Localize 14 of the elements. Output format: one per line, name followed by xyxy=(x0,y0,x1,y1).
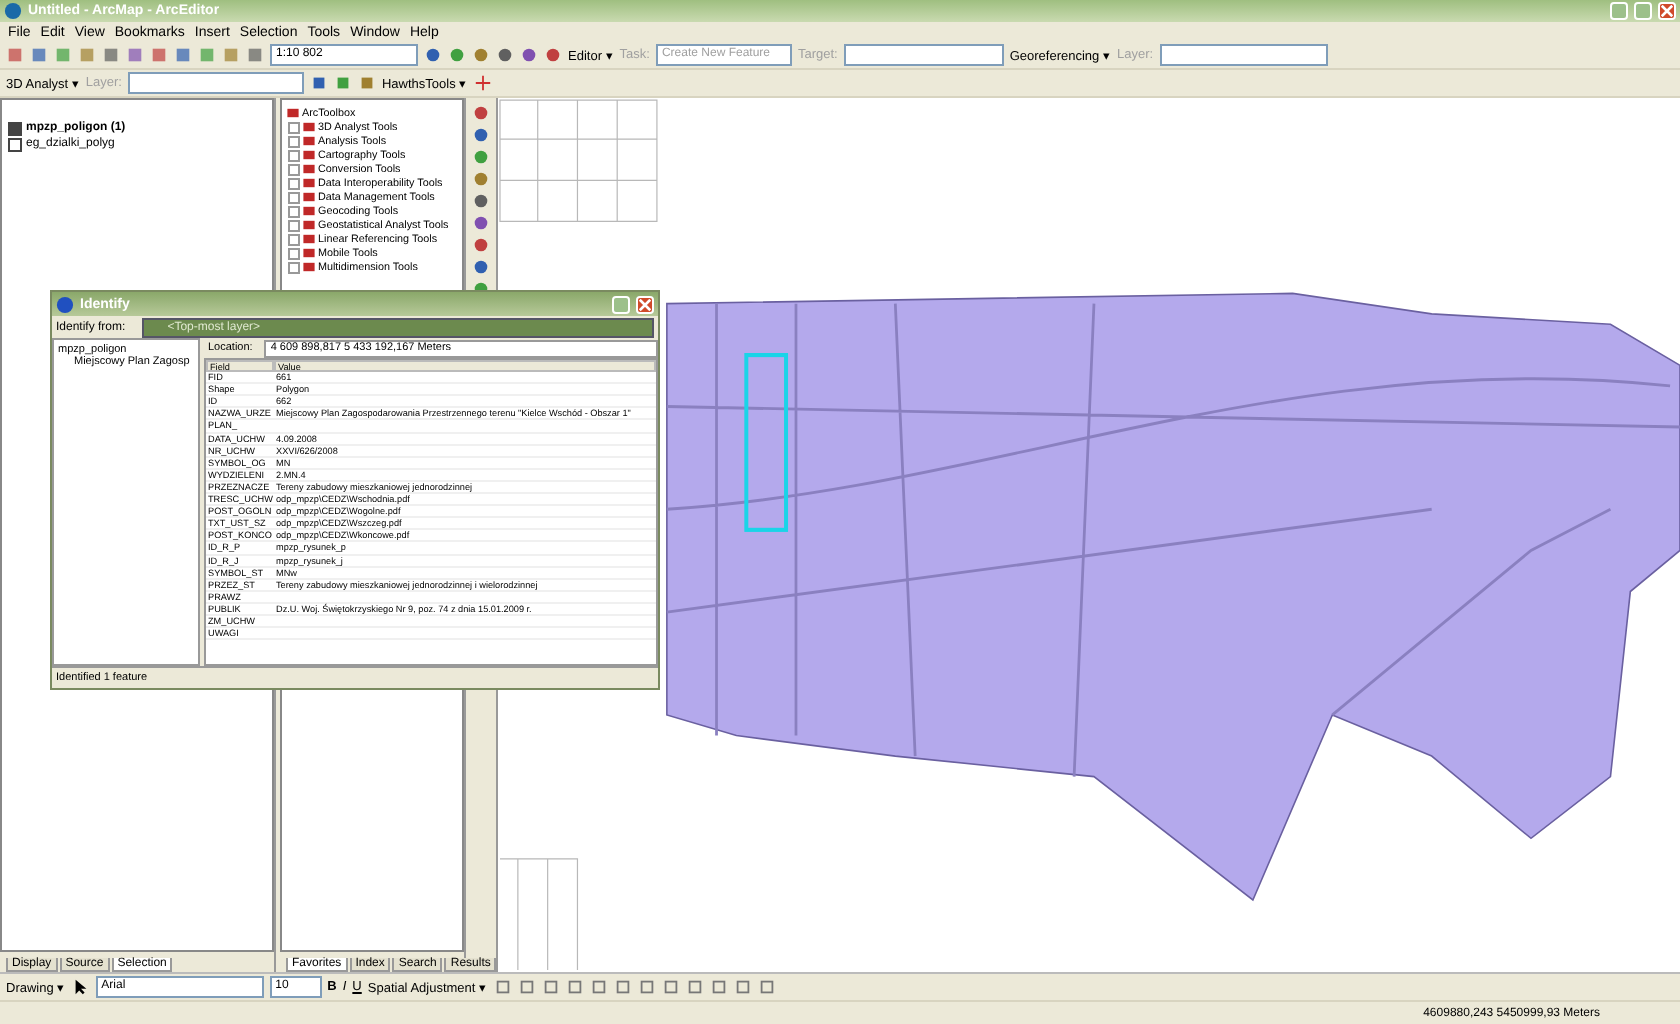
close-button[interactable] xyxy=(636,295,654,313)
layer-dropdown[interactable] xyxy=(127,72,304,94)
target-dropdown[interactable] xyxy=(843,44,1004,66)
close-button[interactable] xyxy=(1658,2,1676,20)
close-icon xyxy=(1660,4,1674,18)
layer-checkbox[interactable] xyxy=(8,137,22,151)
layer-dropdown[interactable] xyxy=(1159,44,1328,66)
crosshair-icon[interactable] xyxy=(473,74,492,92)
close-icon xyxy=(638,297,652,311)
pointer-icon[interactable] xyxy=(71,978,90,996)
maximize-button[interactable] xyxy=(1634,2,1652,20)
layer-checkbox[interactable] xyxy=(8,121,22,135)
help-button[interactable] xyxy=(612,295,630,313)
minimize-button[interactable] xyxy=(1610,2,1628,20)
